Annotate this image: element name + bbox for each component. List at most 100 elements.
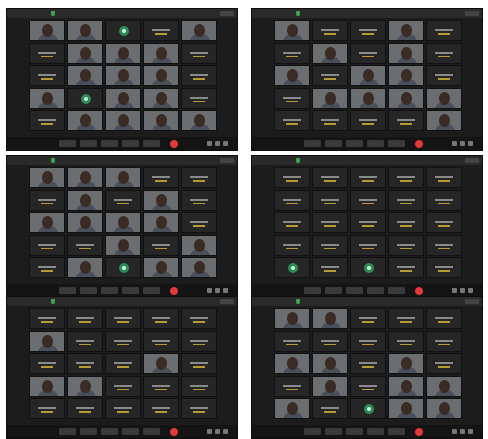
participant-tile[interactable]	[350, 167, 386, 188]
participant-tile[interactable]	[181, 330, 217, 352]
participant-tile[interactable]	[274, 20, 310, 41]
participant-tile[interactable]	[388, 110, 424, 131]
participant-tile[interactable]	[105, 398, 141, 419]
participant-tile[interactable]	[312, 398, 348, 419]
more-icon[interactable]	[460, 288, 465, 293]
participant-tile[interactable]	[143, 167, 179, 188]
participant-tile[interactable]	[67, 42, 103, 64]
record-button[interactable]: Record	[143, 140, 160, 147]
participant-tile[interactable]	[105, 257, 141, 278]
more-icon[interactable]	[460, 429, 465, 434]
participant-tile[interactable]	[29, 110, 65, 131]
security-shield-icon[interactable]	[51, 299, 55, 304]
fullscreen-icon[interactable]	[468, 288, 473, 293]
participant-tile[interactable]	[181, 42, 217, 64]
participant-tile[interactable]	[29, 20, 65, 41]
participant-tile[interactable]	[426, 398, 462, 419]
participant-tile[interactable]	[29, 42, 65, 64]
security-shield-icon[interactable]	[296, 11, 300, 16]
participant-tile[interactable]	[105, 110, 141, 131]
view-toggle-button[interactable]	[220, 11, 234, 16]
more-icon[interactable]	[460, 141, 465, 146]
participant-tile[interactable]	[274, 212, 310, 233]
more-icon[interactable]	[215, 141, 220, 146]
leave-meeting-button[interactable]	[170, 140, 178, 148]
participant-tile[interactable]	[274, 42, 310, 64]
participant-tile[interactable]	[312, 110, 348, 131]
participant-tile[interactable]	[105, 189, 141, 211]
participant-tile[interactable]	[143, 353, 179, 374]
participant-tile[interactable]	[426, 65, 462, 86]
participant-tile[interactable]	[143, 398, 179, 419]
participants-icon[interactable]	[207, 429, 212, 434]
participant-tile[interactable]	[67, 330, 103, 352]
participant-tile[interactable]	[350, 353, 386, 374]
participant-tile[interactable]	[29, 87, 65, 109]
mic-button[interactable]: Mute	[304, 287, 321, 294]
mic-button[interactable]: Mute	[304, 428, 321, 435]
leave-meeting-button[interactable]	[415, 428, 423, 436]
participant-tile[interactable]	[388, 20, 424, 41]
participant-tile[interactable]	[426, 110, 462, 131]
participant-tile[interactable]	[350, 398, 386, 419]
participant-tile[interactable]	[312, 212, 348, 233]
participant-tile[interactable]	[350, 189, 386, 211]
participant-tile[interactable]	[312, 257, 348, 278]
participant-tile[interactable]	[312, 375, 348, 397]
record-button[interactable]: Record	[388, 140, 405, 147]
participant-tile[interactable]	[426, 87, 462, 109]
participant-tile[interactable]	[181, 87, 217, 109]
participant-tile[interactable]	[388, 212, 424, 233]
participant-tile[interactable]	[29, 212, 65, 233]
view-toggle-button[interactable]	[465, 158, 479, 163]
participant-tile[interactable]	[312, 330, 348, 352]
chat-button[interactable]: Chat	[122, 287, 139, 294]
participant-tile[interactable]	[274, 353, 310, 374]
participant-tile[interactable]	[181, 212, 217, 233]
view-toggle-button[interactable]	[220, 158, 234, 163]
participant-tile[interactable]	[29, 398, 65, 419]
participant-tile[interactable]	[388, 234, 424, 256]
participant-tile[interactable]	[67, 398, 103, 419]
participant-tile[interactable]	[67, 87, 103, 109]
record-button[interactable]: Record	[143, 287, 160, 294]
participant-tile[interactable]	[105, 353, 141, 374]
share-button[interactable]: Share	[346, 287, 363, 294]
participant-tile[interactable]	[312, 42, 348, 64]
participant-tile[interactable]	[388, 87, 424, 109]
participant-tile[interactable]	[143, 234, 179, 256]
mic-button[interactable]: Mute	[59, 287, 76, 294]
participant-tile[interactable]	[274, 189, 310, 211]
participant-tile[interactable]	[67, 167, 103, 188]
participant-tile[interactable]	[67, 65, 103, 86]
participants-icon[interactable]	[452, 288, 457, 293]
participant-tile[interactable]	[105, 167, 141, 188]
leave-meeting-button[interactable]	[170, 428, 178, 436]
mic-button[interactable]: Mute	[304, 140, 321, 147]
participant-tile[interactable]	[105, 87, 141, 109]
participant-tile[interactable]	[105, 375, 141, 397]
participant-tile[interactable]	[67, 189, 103, 211]
participant-tile[interactable]	[312, 87, 348, 109]
participant-tile[interactable]	[426, 189, 462, 211]
participant-tile[interactable]	[388, 257, 424, 278]
participant-tile[interactable]	[67, 375, 103, 397]
view-toggle-button[interactable]	[220, 299, 234, 304]
fullscreen-icon[interactable]	[223, 429, 228, 434]
participant-tile[interactable]	[312, 65, 348, 86]
participant-tile[interactable]	[350, 375, 386, 397]
participant-tile[interactable]	[29, 375, 65, 397]
participant-tile[interactable]	[105, 42, 141, 64]
participant-tile[interactable]	[350, 212, 386, 233]
leave-meeting-button[interactable]	[415, 140, 423, 148]
participant-tile[interactable]	[29, 330, 65, 352]
participant-tile[interactable]	[143, 65, 179, 86]
security-shield-icon[interactable]	[296, 299, 300, 304]
participant-tile[interactable]	[181, 65, 217, 86]
participant-tile[interactable]	[388, 308, 424, 329]
fullscreen-icon[interactable]	[223, 288, 228, 293]
participant-tile[interactable]	[426, 167, 462, 188]
participants-icon[interactable]	[207, 288, 212, 293]
participant-tile[interactable]	[105, 234, 141, 256]
participant-tile[interactable]	[426, 234, 462, 256]
